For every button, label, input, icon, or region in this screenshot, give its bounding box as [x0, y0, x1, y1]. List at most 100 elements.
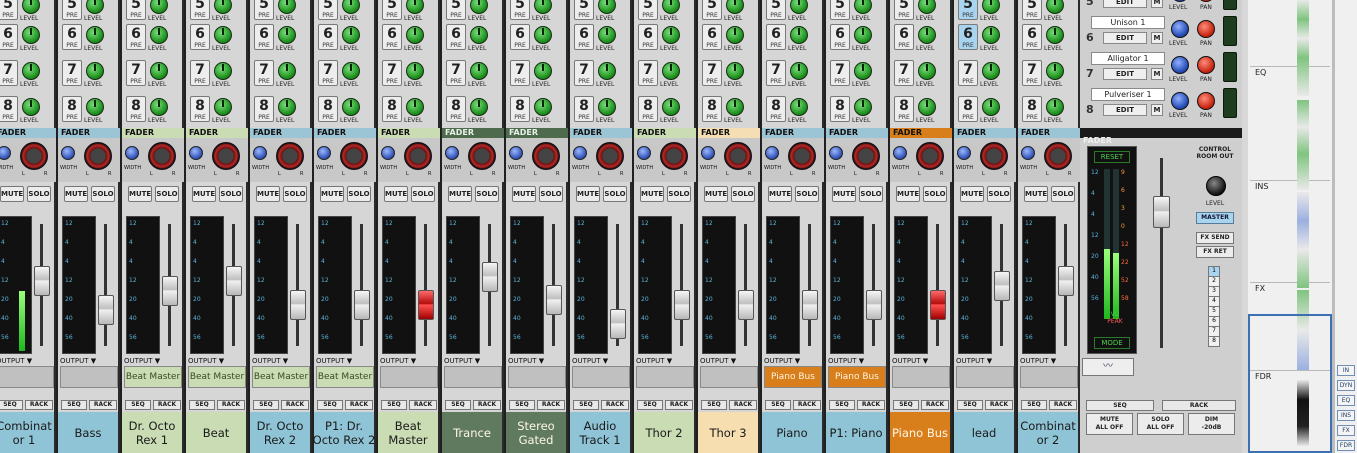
solo-button[interactable]: SOLO: [27, 186, 51, 202]
solo-button[interactable]: SOLO: [667, 186, 691, 202]
channel-fader[interactable]: [162, 276, 178, 306]
channel-fader[interactable]: [866, 290, 882, 320]
width-knob[interactable]: [61, 146, 75, 160]
navigator-tab[interactable]: IN: [1337, 365, 1355, 376]
send-level-knob[interactable]: [918, 62, 936, 80]
solo-button[interactable]: SOLO: [795, 186, 819, 202]
send-level-knob[interactable]: [982, 26, 1000, 44]
width-knob[interactable]: [317, 146, 331, 160]
channel-name[interactable]: Dr. Octo Rex 2: [250, 412, 310, 453]
fx-send-button[interactable]: FX SEND: [1196, 232, 1234, 244]
width-knob[interactable]: [637, 146, 651, 160]
seq-button[interactable]: SEQ: [573, 400, 599, 410]
send-level-knob[interactable]: [1046, 26, 1064, 44]
mute-button[interactable]: MUTE: [768, 186, 792, 202]
send-pre-button[interactable]: 5 PRE: [574, 0, 594, 20]
send-level-knob[interactable]: [726, 62, 744, 80]
mode-button[interactable]: MODE: [1094, 337, 1130, 349]
dim-button[interactable]: DIM -20dB: [1188, 413, 1235, 435]
fx-insert-name[interactable]: Pulveriser 1: [1091, 88, 1165, 101]
send-level-knob[interactable]: [86, 0, 104, 14]
send-level-knob[interactable]: [342, 26, 360, 44]
channel-name[interactable]: Dr. Octo Rex 1: [122, 412, 182, 453]
channel-name[interactable]: P1: Dr. Octo Rex 2: [313, 412, 375, 453]
send-pre-button[interactable]: 6 PRE: [446, 24, 466, 50]
send-pre-button[interactable]: 7 PRE: [382, 60, 402, 86]
send-level-knob[interactable]: [342, 62, 360, 80]
channel-fader[interactable]: [546, 285, 562, 315]
pan-knob[interactable]: [404, 142, 432, 170]
send-level-knob[interactable]: [214, 98, 232, 116]
channel-fader[interactable]: [354, 290, 370, 320]
mute-button[interactable]: MUTE: [0, 186, 24, 202]
solo-button[interactable]: SOLO: [283, 186, 307, 202]
send-pre-button[interactable]: 8 PRE: [254, 96, 274, 122]
pan-knob[interactable]: [148, 142, 176, 170]
channel-fader[interactable]: [34, 266, 50, 296]
send-level-knob[interactable]: [150, 26, 168, 44]
master-seq-button[interactable]: SEQ: [1086, 400, 1154, 411]
send-level-knob[interactable]: [86, 26, 104, 44]
send-pre-button[interactable]: 6 PRE: [574, 24, 594, 50]
channel-fader[interactable]: [290, 290, 306, 320]
solo-button[interactable]: SOLO: [923, 186, 947, 202]
send-pre-button[interactable]: 8 PRE: [830, 96, 850, 122]
fx-level-knob[interactable]: [1171, 0, 1189, 2]
send-pre-button[interactable]: 6 PRE: [638, 24, 658, 50]
master-fader-cap[interactable]: [1153, 196, 1170, 228]
rack-button[interactable]: RACK: [473, 400, 501, 410]
send-pre-button[interactable]: 5 PRE: [190, 0, 210, 20]
mute-button[interactable]: MUTE: [640, 186, 664, 202]
send-level-knob[interactable]: [470, 98, 488, 116]
pan-knob[interactable]: [532, 142, 560, 170]
seq-button[interactable]: SEQ: [253, 400, 279, 410]
rack-button[interactable]: RACK: [665, 400, 693, 410]
channel-name[interactable]: P1: Piano: [826, 412, 886, 453]
send-level-knob[interactable]: [1046, 0, 1064, 14]
send-pre-button[interactable]: 7 PRE: [638, 60, 658, 86]
send-pre-button[interactable]: 6 PRE: [254, 24, 274, 50]
rack-button[interactable]: RACK: [729, 400, 757, 410]
send-pre-button[interactable]: 5 PRE: [254, 0, 274, 20]
mute-button[interactable]: MUTE: [192, 186, 216, 202]
send-level-knob[interactable]: [86, 62, 104, 80]
send-pre-button[interactable]: 5 PRE: [638, 0, 658, 20]
send-pre-button[interactable]: 7 PRE: [446, 60, 466, 86]
send-level-knob[interactable]: [982, 0, 1000, 14]
send-pre-button[interactable]: 8 PRE: [382, 96, 402, 122]
rack-button[interactable]: RACK: [281, 400, 309, 410]
send-pre-button[interactable]: 6 PRE: [126, 24, 146, 50]
send-pre-button[interactable]: 5 PRE: [766, 0, 786, 20]
send-level-knob[interactable]: [790, 98, 808, 116]
seq-button[interactable]: SEQ: [125, 400, 151, 410]
mute-button[interactable]: MUTE: [128, 186, 152, 202]
solo-button[interactable]: SOLO: [411, 186, 435, 202]
send-pre-button[interactable]: 6 PRE: [702, 24, 722, 50]
send-pre-button[interactable]: 6 PRE: [958, 24, 978, 50]
output-bus-selector[interactable]: [892, 366, 950, 388]
mute-button[interactable]: MUTE: [832, 186, 856, 202]
send-pre-button[interactable]: 7 PRE: [190, 60, 210, 86]
channel-fader[interactable]: [1058, 266, 1074, 296]
send-level-knob[interactable]: [790, 26, 808, 44]
send-pre-button[interactable]: 5 PRE: [894, 0, 914, 20]
send-level-knob[interactable]: [342, 0, 360, 14]
width-knob[interactable]: [701, 146, 715, 160]
send-pre-button[interactable]: 5 PRE: [126, 0, 146, 20]
send-pre-button[interactable]: 5 PRE: [702, 0, 722, 20]
solo-button[interactable]: SOLO: [475, 186, 499, 202]
output-bus-selector[interactable]: [508, 366, 566, 388]
navigator-tab[interactable]: FX: [1337, 425, 1355, 436]
send-level-knob[interactable]: [1046, 98, 1064, 116]
mute-button[interactable]: MUTE: [576, 186, 600, 202]
solo-button[interactable]: SOLO: [859, 186, 883, 202]
send-level-knob[interactable]: [406, 62, 424, 80]
send-pre-button[interactable]: 7 PRE: [830, 60, 850, 86]
width-knob[interactable]: [0, 146, 11, 160]
seq-button[interactable]: SEQ: [0, 400, 23, 410]
seq-button[interactable]: SEQ: [957, 400, 983, 410]
width-knob[interactable]: [509, 146, 523, 160]
width-knob[interactable]: [253, 146, 267, 160]
send-pre-button[interactable]: 8 PRE: [510, 96, 530, 122]
source-number[interactable]: 8: [1208, 336, 1220, 347]
